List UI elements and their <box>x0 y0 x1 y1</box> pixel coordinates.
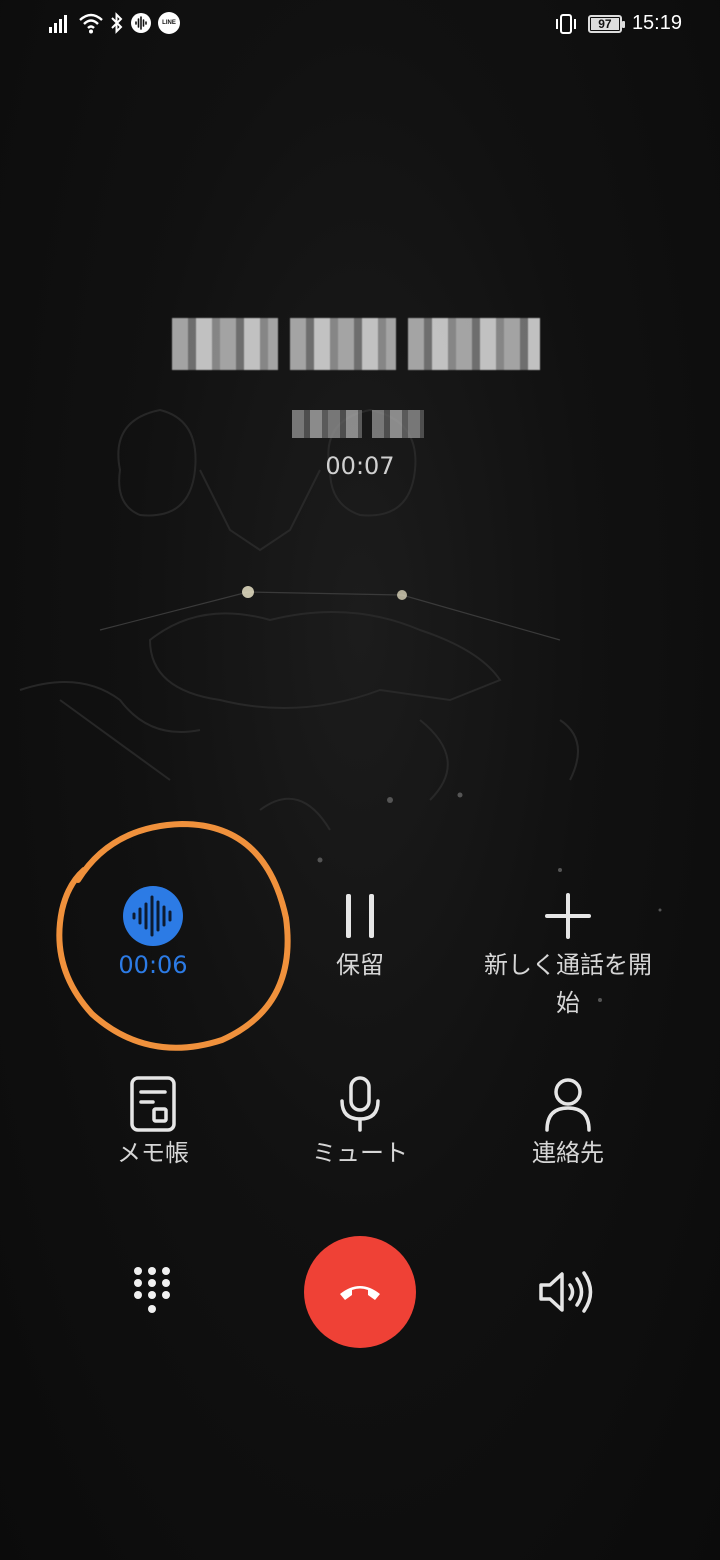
pause-icon <box>346 894 374 938</box>
battery-level: 97 <box>598 16 612 31</box>
line-app-icon: LINE <box>158 12 180 34</box>
voice-record-notification-icon <box>131 13 151 33</box>
add-call-button[interactable]: 新しく通話を開始 <box>458 886 678 1022</box>
add-call-label: 新しく通話を開始 <box>484 951 652 1017</box>
bluetooth-icon <box>111 12 123 34</box>
notes-button[interactable]: メモ帳 <box>43 1074 263 1172</box>
annotation-circle <box>56 820 291 1051</box>
call-duration: 00:07 <box>325 452 395 480</box>
mute-button[interactable]: ミュート <box>250 1074 470 1172</box>
end-call-button[interactable] <box>304 1236 416 1348</box>
caller-name <box>172 318 540 370</box>
microphone-icon <box>340 1076 380 1132</box>
line-badge-text: LINE <box>162 20 176 26</box>
signal-icon <box>49 15 67 33</box>
memo-icon <box>130 1076 176 1132</box>
dialpad-icon <box>134 1267 170 1313</box>
battery-icon: 97 <box>587 14 625 33</box>
speaker-button[interactable] <box>527 1252 607 1332</box>
status-clock: 15:19 <box>631 12 682 34</box>
person-icon <box>545 1078 591 1132</box>
mute-label: ミュート <box>312 1139 408 1167</box>
vibrate-icon <box>555 13 576 34</box>
plus-icon <box>545 893 591 939</box>
speaker-icon <box>539 1271 593 1313</box>
notes-label: メモ帳 <box>117 1139 189 1167</box>
hang-up-icon <box>340 1286 380 1300</box>
contacts-button[interactable]: 連絡先 <box>458 1074 678 1172</box>
contacts-label: 連絡先 <box>532 1139 604 1167</box>
status-bar: LINE 97 15:19 <box>0 0 720 50</box>
status-right-icons: 97 15:19 <box>554 12 682 35</box>
dialpad-button[interactable] <box>112 1252 192 1332</box>
wifi-icon <box>79 13 103 34</box>
status-left-icons: LINE <box>48 12 180 34</box>
caller-number <box>292 410 424 438</box>
